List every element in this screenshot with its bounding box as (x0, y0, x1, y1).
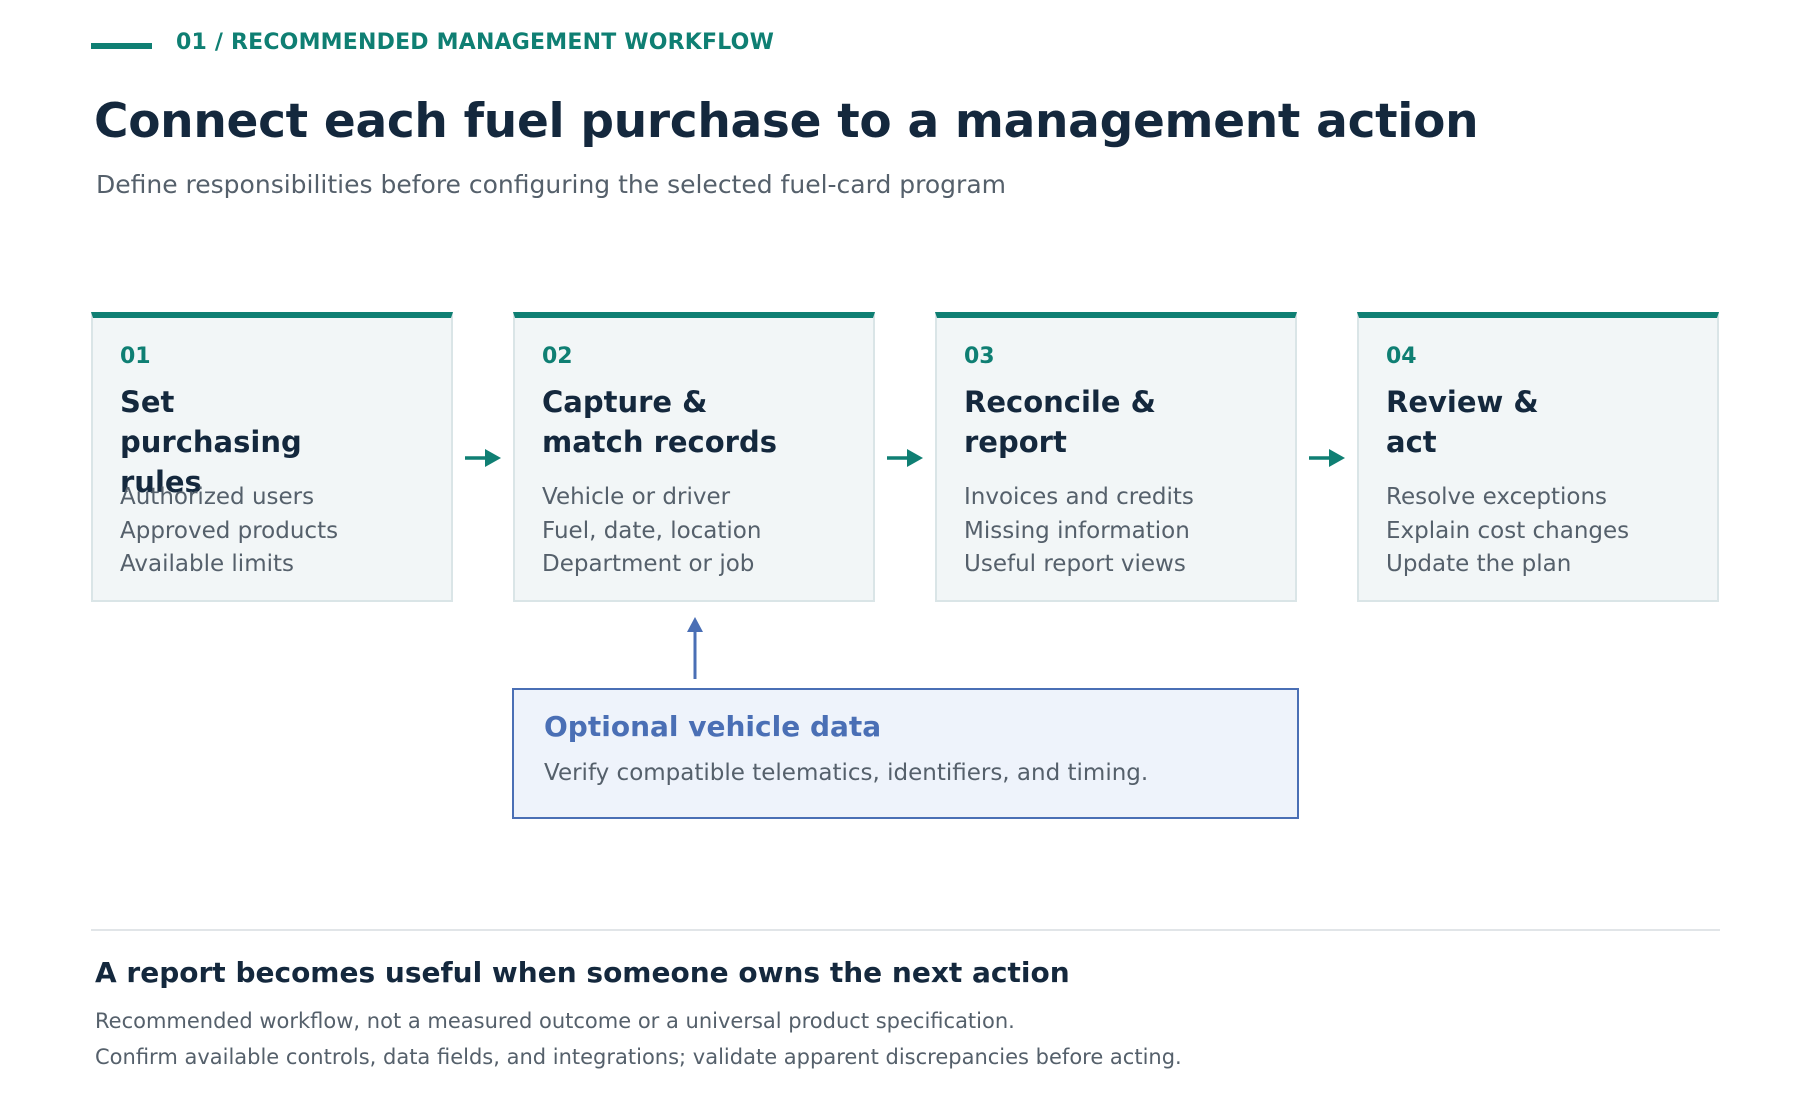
step-item: Update the plan (1386, 551, 1572, 577)
step-title: Review & act (1386, 385, 1539, 459)
step-items: Resolve exceptions Explain cost changes … (1386, 481, 1629, 582)
step-card-2: 02 Capture & match records Vehicle or dr… (513, 312, 875, 602)
step-items: Authorized users Approved products Avail… (120, 481, 338, 582)
optional-text: Verify compatible telematics, identifier… (544, 760, 1149, 786)
optional-vehicle-data-box: Optional vehicle data Verify compatible … (512, 688, 1299, 819)
step-item: Fuel, date, location (542, 517, 762, 544)
eyebrow-bar (91, 43, 152, 49)
step-title: Reconcile & report (964, 385, 1156, 459)
page-title: Connect each fuel purchase to a manageme… (94, 94, 1479, 149)
step-item: Invoices and credits (964, 484, 1194, 510)
page-subtitle: Define responsibilities before configuri… (96, 170, 1006, 199)
step-title: Capture & match records (542, 385, 777, 459)
step-item: Department or job (542, 551, 755, 577)
step-card-3: 03 Reconcile & report Invoices and credi… (935, 312, 1297, 602)
arrow-up-icon (687, 617, 703, 679)
step-item: Resolve exceptions (1386, 484, 1608, 510)
step-item: Approved products (120, 517, 339, 544)
step-number: 01 (120, 344, 151, 369)
eyebrow-label: 01 / RECOMMENDED MANAGEMENT WORKFLOW (176, 30, 775, 55)
footer-note: Recommended workflow, not a measured out… (95, 1009, 1015, 1033)
step-item: Vehicle or driver (542, 484, 731, 510)
optional-title: Optional vehicle data (544, 710, 882, 743)
step-items: Vehicle or driver Fuel, date, location D… (542, 481, 761, 582)
step-number: 02 (542, 344, 573, 369)
step-card-4: 04 Review & act Resolve exceptions Expla… (1357, 312, 1719, 602)
step-item: Explain cost changes (1386, 517, 1630, 544)
footer-note: Confirm available controls, data fields,… (95, 1045, 1182, 1069)
divider (91, 929, 1720, 931)
step-number: 03 (964, 344, 995, 369)
step-item: Missing information (964, 517, 1190, 544)
arrow-right-icon (1309, 449, 1345, 467)
arrow-right-icon (465, 449, 501, 467)
step-number: 04 (1386, 344, 1417, 369)
step-items: Invoices and credits Missing information… (964, 481, 1194, 582)
step-card-1: 01 Set purchasing rules Authorized users… (91, 312, 453, 602)
step-item: Authorized users (120, 484, 315, 510)
footer-title: A report becomes useful when someone own… (95, 956, 1070, 989)
step-item: Available limits (120, 551, 294, 577)
arrow-right-icon (887, 449, 923, 467)
step-item: Useful report views (964, 551, 1186, 577)
